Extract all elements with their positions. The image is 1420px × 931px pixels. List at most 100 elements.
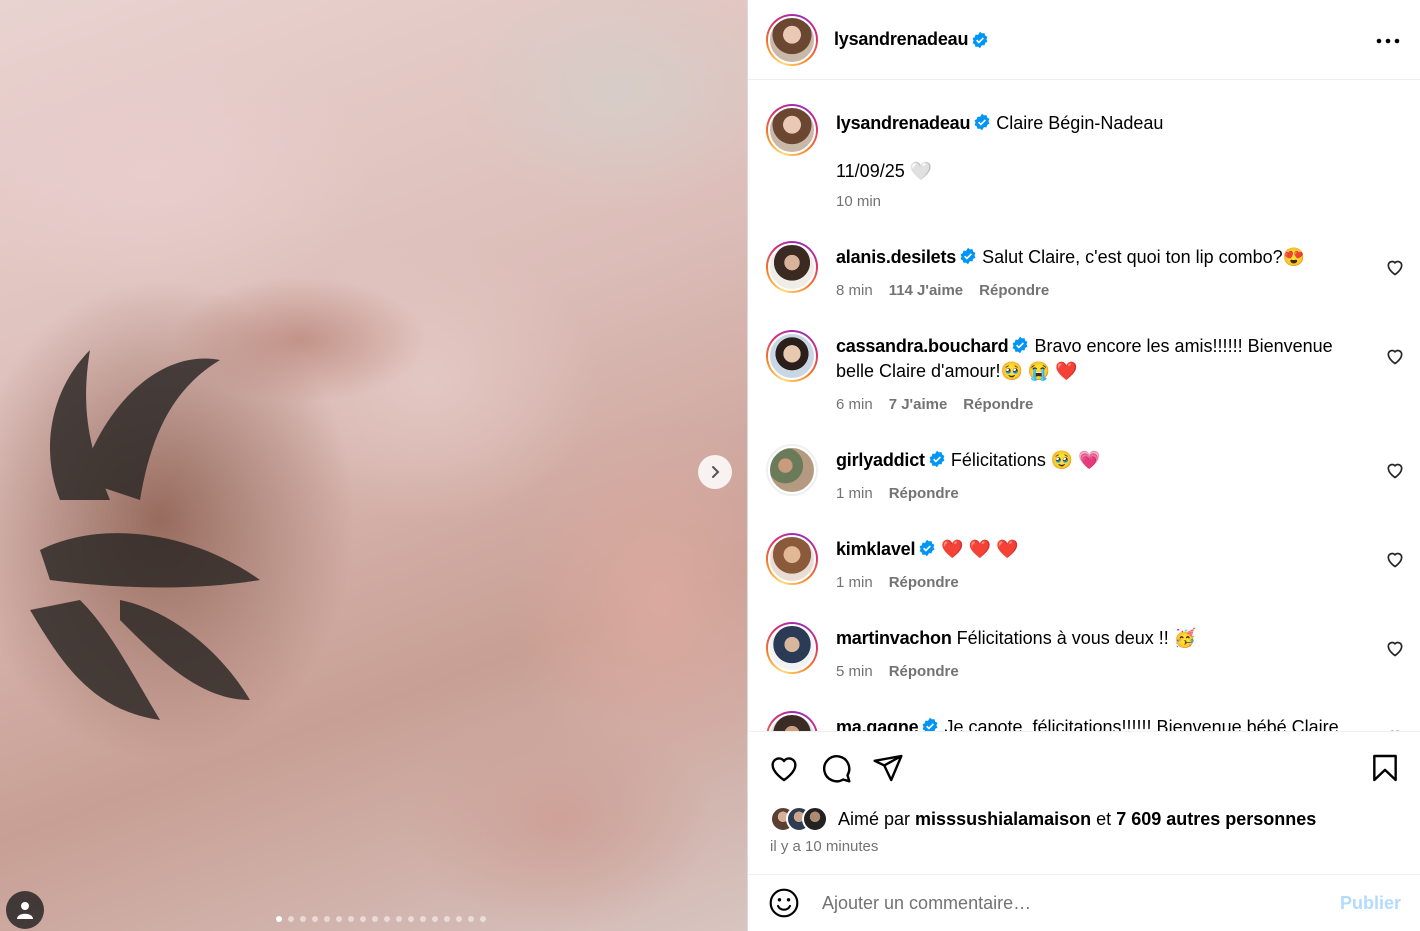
comment-input[interactable] <box>822 892 1340 914</box>
carousel-dot <box>300 916 306 922</box>
comment-icon[interactable] <box>820 752 852 784</box>
verified-icon <box>923 717 938 731</box>
comment-avatar[interactable] <box>766 622 818 674</box>
carousel-dot <box>432 916 438 922</box>
comment-text: Je capote, félicitations!!!!!! Bienvenue… <box>944 717 1339 731</box>
heart-icon[interactable] <box>1385 346 1405 366</box>
heart-icon[interactable] <box>1385 460 1405 480</box>
carousel-dot <box>312 916 318 922</box>
comment-avatar[interactable] <box>766 533 818 585</box>
liked-by-others[interactable]: 7 609 autres personnes <box>1116 809 1316 829</box>
post-caption: lysandrenadeau Claire Bégin-Nadeau 11/09… <box>766 104 1405 214</box>
liked-by-joiner: et <box>1096 808 1112 829</box>
carousel-dot <box>468 916 474 922</box>
author-avatar[interactable] <box>766 104 818 156</box>
post-side-panel: lysandrenadeau lysandrenadeau Claire Bég… <box>747 0 1420 931</box>
post-media[interactable] <box>0 0 747 931</box>
carousel-dot <box>408 916 414 922</box>
heart-icon[interactable] <box>768 752 800 784</box>
post-timestamp[interactable]: il y a 10 minutes <box>770 838 878 855</box>
verified-icon <box>960 247 976 265</box>
carousel-dot <box>444 916 450 922</box>
comment-text: Salut Claire, c'est quoi ton lip combo?😍 <box>982 247 1306 267</box>
comment-avatar[interactable] <box>766 330 818 382</box>
author-avatar[interactable] <box>766 13 818 66</box>
comments-list[interactable]: lysandrenadeau Claire Bégin-Nadeau 11/09… <box>748 81 1420 731</box>
comment-item: cassandra.bouchard Bravo encore les amis… <box>766 330 1405 417</box>
comment-username[interactable]: martinvachon <box>836 628 952 648</box>
post-actions: Aimé par misssushialamaison et 7 609 aut… <box>748 731 1420 874</box>
post-modal: lysandrenadeau lysandrenadeau Claire Bég… <box>0 0 1420 931</box>
carousel-next-button[interactable] <box>698 455 732 489</box>
carousel-dot <box>372 916 378 922</box>
comment-composer: Publier <box>748 874 1420 931</box>
verified-icon <box>972 31 988 48</box>
carousel-dot <box>420 916 426 922</box>
caption-date: 11/09/25 🤍 <box>836 161 933 181</box>
comment-item: alanis.desilets Salut Claire, c'est quoi… <box>766 241 1405 303</box>
emoji-icon[interactable] <box>768 887 800 919</box>
post-header: lysandrenadeau <box>748 0 1420 80</box>
comment-time: 1 min <box>836 574 873 591</box>
caption-time: 10 min <box>836 193 882 210</box>
carousel-dot <box>480 916 486 922</box>
comment-time: 1 min <box>836 485 873 502</box>
comment-time: 6 min <box>836 396 873 413</box>
comment-username[interactable]: ma.gagne <box>836 717 919 731</box>
heart-icon[interactable] <box>1385 257 1405 277</box>
share-icon[interactable] <box>872 752 904 784</box>
reply-button[interactable]: Répondre <box>889 481 959 506</box>
liked-by-user[interactable]: misssushialamaison <box>915 809 1091 829</box>
liker-avatar <box>802 806 828 832</box>
heart-icon[interactable] <box>1385 638 1405 658</box>
caption-text: Claire Bégin-Nadeau <box>996 113 1164 133</box>
more-options-button[interactable] <box>1376 31 1400 49</box>
media-photo-detail <box>30 350 260 720</box>
carousel-dot <box>456 916 462 922</box>
comment-username[interactable]: girlyaddict <box>836 450 925 470</box>
comment-avatar[interactable] <box>766 444 818 496</box>
carousel-dot <box>324 916 330 922</box>
verified-icon <box>974 113 990 131</box>
carousel-dot <box>288 916 294 922</box>
carousel-dot <box>396 916 402 922</box>
verified-icon <box>1013 336 1028 354</box>
user-tag-button[interactable] <box>6 891 44 929</box>
comment-likes-count[interactable]: 114 J'aime <box>889 278 963 303</box>
comment-item: kimklavel ❤️ ❤️ ❤️ 1 min Répondre <box>766 533 1405 595</box>
comment-avatar[interactable] <box>766 241 818 293</box>
comment-time: 5 min <box>836 663 873 680</box>
comment-username[interactable]: alanis.desilets <box>836 247 956 267</box>
carousel-dot <box>348 916 354 922</box>
comment-item: martinvachon Félicitations à vous deux !… <box>766 622 1405 684</box>
comment-username[interactable]: cassandra.bouchard <box>836 336 1009 356</box>
comment-text: Félicitations à vous deux !! 🥳 <box>956 628 1197 648</box>
comment-item: girlyaddict Félicitations 🥹 💗 1 min Répon… <box>766 444 1405 506</box>
likes-summary[interactable]: Aimé par misssushialamaison et 7 609 aut… <box>770 806 1316 832</box>
reply-button[interactable]: Répondre <box>889 659 959 684</box>
caption-author[interactable]: lysandrenadeau <box>836 113 970 133</box>
carousel-dot <box>336 916 342 922</box>
comment-text: ❤️ ❤️ ❤️ <box>941 539 1019 559</box>
author-username[interactable]: lysandrenadeau <box>834 29 968 50</box>
comment-item: ma.gagne Je capote, félicitations!!!!!! … <box>766 711 1405 731</box>
liked-by-prefix: Aimé par <box>838 808 911 829</box>
comment-avatar[interactable] <box>766 711 818 731</box>
verified-icon <box>919 539 935 557</box>
publish-button[interactable]: Publier <box>1340 893 1401 914</box>
carousel-dot <box>360 916 366 922</box>
carousel-dot <box>384 916 390 922</box>
chevron-right-icon <box>712 466 720 478</box>
reply-button[interactable]: Répondre <box>889 570 959 595</box>
carousel-dot <box>276 916 282 922</box>
reply-button[interactable]: Répondre <box>979 278 1049 303</box>
verified-icon <box>929 450 945 468</box>
user-tag-icon <box>17 902 33 919</box>
comment-time: 8 min <box>836 282 873 299</box>
reply-button[interactable]: Répondre <box>963 392 1033 417</box>
comment-likes-count[interactable]: 7 J'aime <box>889 392 948 417</box>
comment-username[interactable]: kimklavel <box>836 539 915 559</box>
bookmark-icon[interactable] <box>1369 752 1401 784</box>
heart-icon[interactable] <box>1385 549 1405 569</box>
carousel-indicator <box>276 916 486 922</box>
